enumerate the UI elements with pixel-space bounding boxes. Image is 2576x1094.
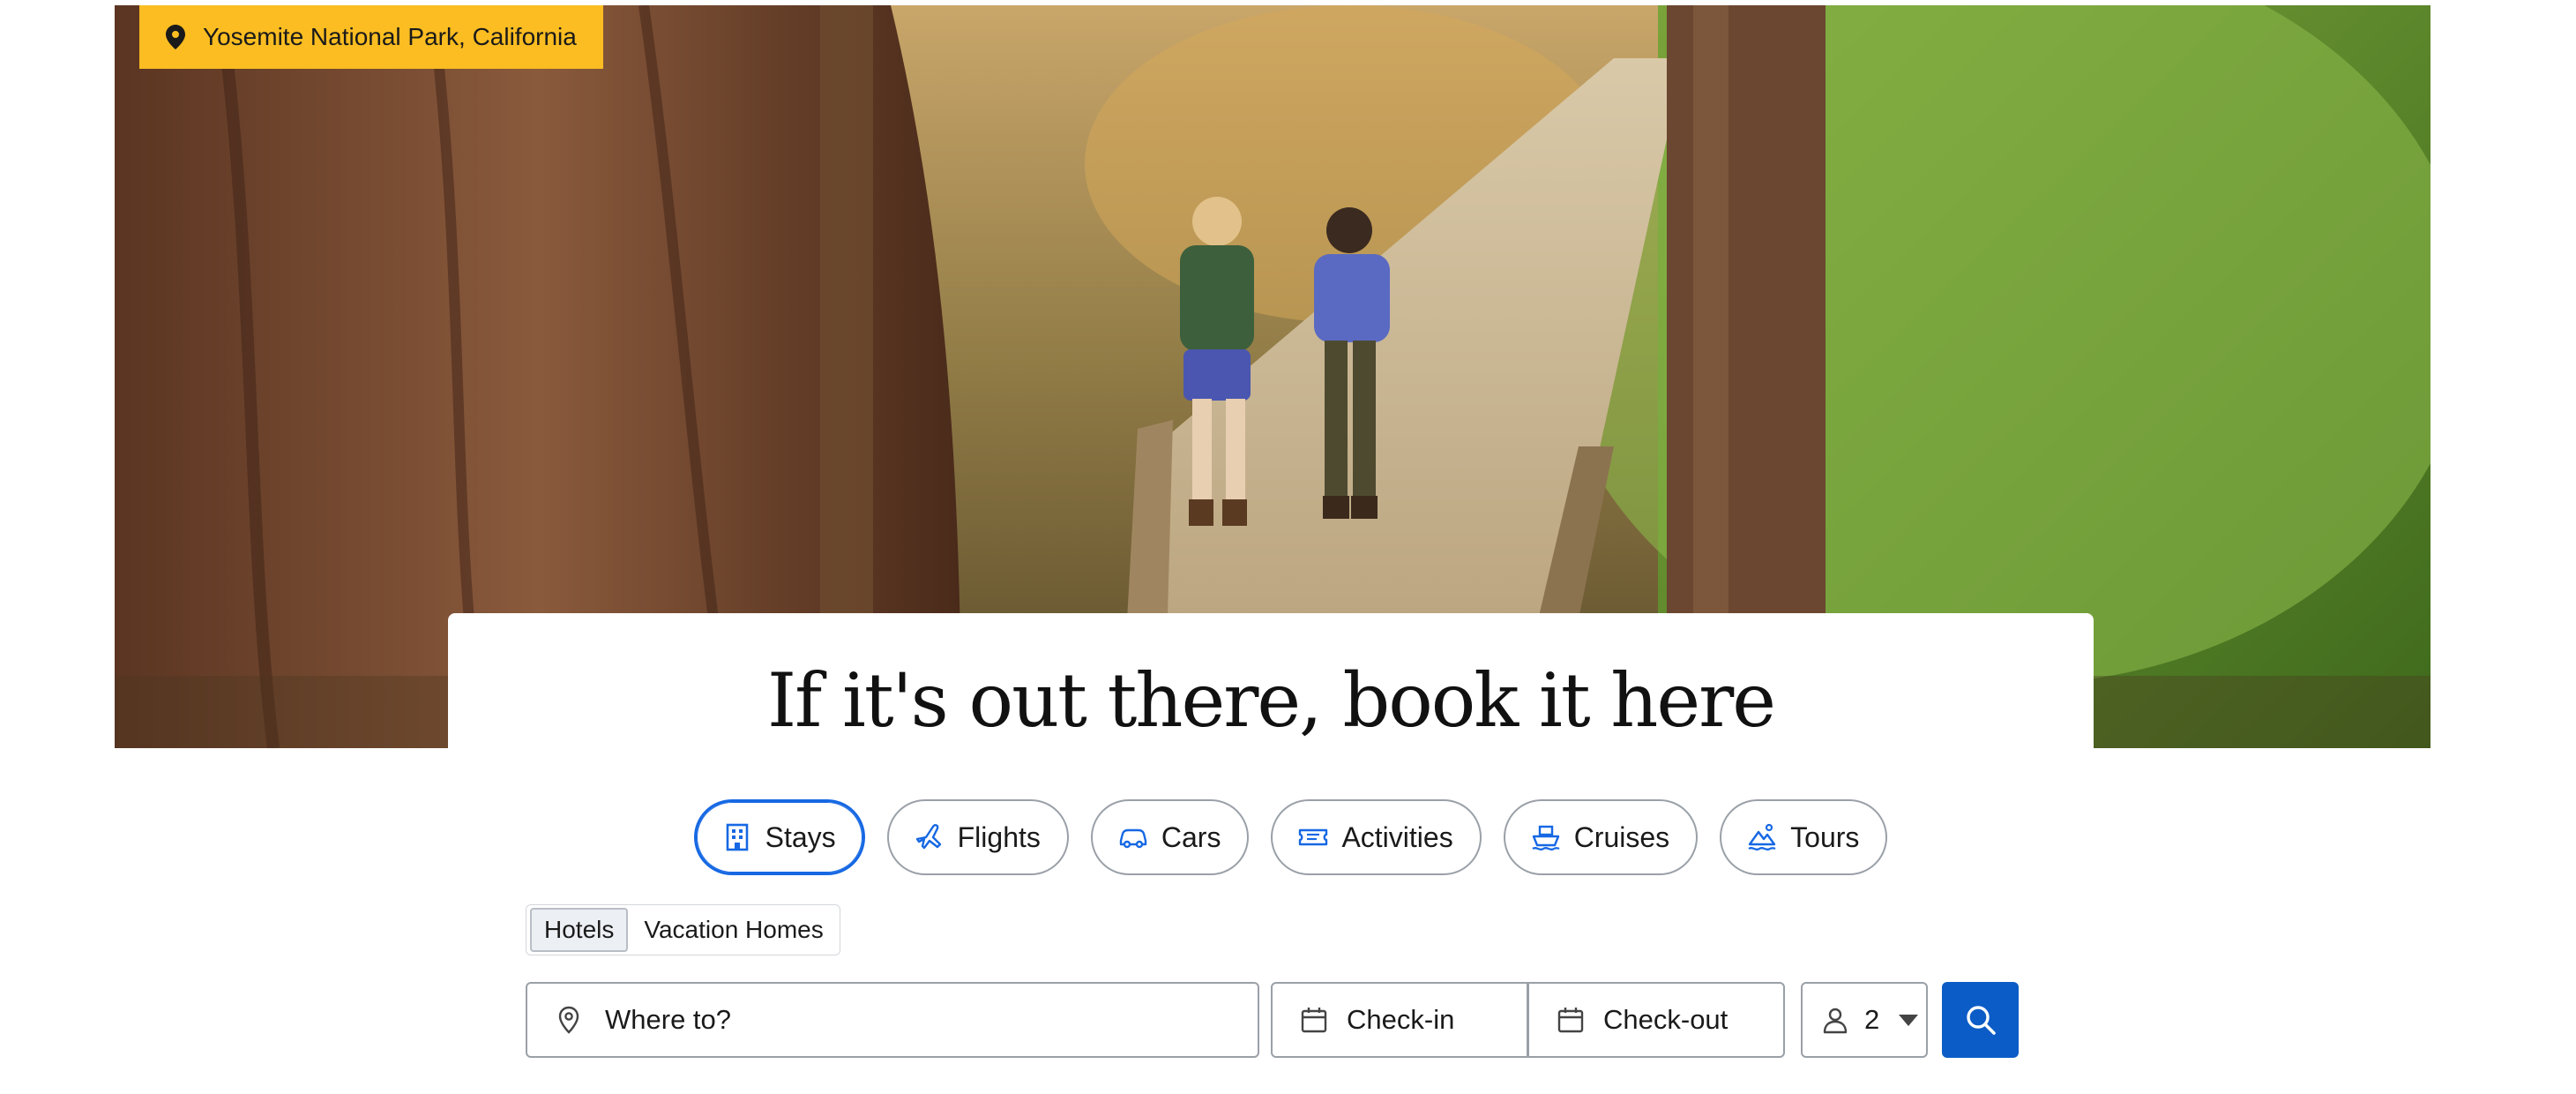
chevron-down-icon — [1899, 1014, 1919, 1026]
plane-icon — [915, 824, 941, 850]
destination-placeholder: Where to? — [605, 1004, 732, 1035]
tab-cruises-label: Cruises — [1573, 820, 1670, 853]
tab-flights-label: Flights — [957, 820, 1041, 853]
search-button[interactable] — [1942, 982, 2019, 1058]
tab-stays[interactable]: Stays — [693, 799, 865, 875]
building-icon — [726, 823, 748, 851]
tab-cruises[interactable]: Cruises — [1503, 799, 1699, 875]
person-icon — [1823, 1008, 1848, 1034]
ticket-icon — [1299, 828, 1328, 846]
tab-flights[interactable]: Flights — [886, 799, 1069, 875]
subtab-vacation-homes[interactable]: Vacation Homes — [631, 910, 835, 950]
checkin-field[interactable]: Check-in — [1271, 982, 1528, 1058]
travelers-selector[interactable]: 2 — [1801, 982, 1928, 1058]
tab-tours[interactable]: Tours — [1720, 799, 1888, 875]
page-headline: If it's out there, book it here — [767, 657, 1776, 744]
checkout-label: Check-out — [1603, 1004, 1729, 1035]
checkin-label: Check-in — [1347, 1004, 1455, 1035]
tab-tours-label: Tours — [1790, 820, 1860, 853]
headline-card: If it's out there, book it here — [448, 613, 2094, 748]
stay-type-toggle: Hotels Vacation Homes — [526, 904, 840, 955]
calendar-icon — [1557, 1008, 1584, 1033]
tab-cars-label: Cars — [1161, 820, 1221, 853]
tour-icon — [1748, 823, 1776, 850]
map-pin-icon — [166, 25, 185, 49]
calendar-icon — [1301, 1008, 1327, 1033]
search-icon — [1966, 1006, 1996, 1035]
location-tag: Yosemite National Park, California — [139, 5, 603, 69]
location-text: Yosemite National Park, California — [203, 23, 577, 50]
destination-input[interactable]: Where to? — [526, 982, 1259, 1058]
tab-stays-label: Stays — [765, 820, 836, 853]
category-tabs: Stays Flights Cars Activities Cruises To… — [0, 799, 2576, 875]
travelers-count: 2 — [1864, 1004, 1880, 1035]
map-pin-icon — [558, 1006, 579, 1034]
car-icon — [1119, 828, 1147, 849]
tab-activities-label: Activities — [1341, 820, 1453, 853]
tab-cars[interactable]: Cars — [1090, 799, 1250, 875]
ship-icon — [1532, 825, 1560, 850]
subtab-hotels[interactable]: Hotels — [530, 908, 629, 952]
checkout-field[interactable]: Check-out — [1527, 982, 1785, 1058]
tab-activities[interactable]: Activities — [1271, 799, 1482, 875]
